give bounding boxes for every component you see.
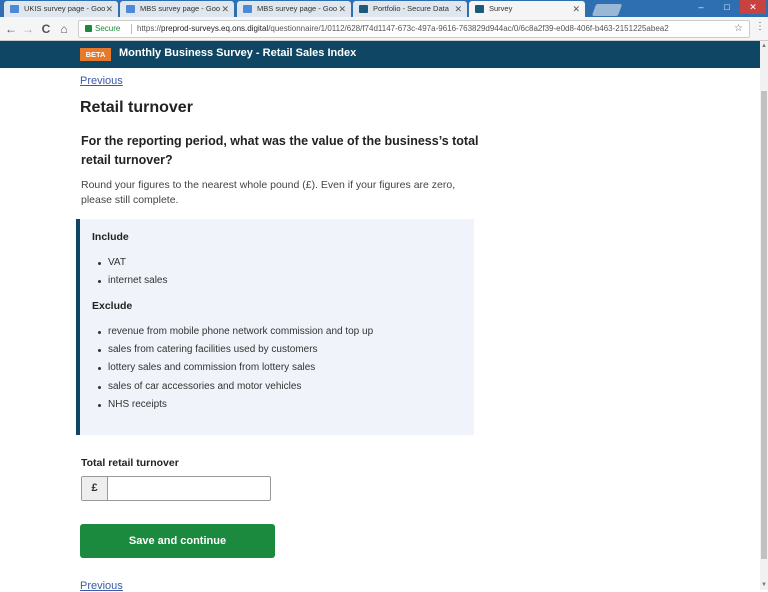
survey-title: Monthly Business Survey - Retail Sales I…: [119, 47, 357, 59]
url-path: /questionnaire/1/0112/628/f74d1147-673c-…: [268, 24, 669, 33]
site-header: BETA Monthly Business Survey - Retail Sa…: [0, 41, 760, 68]
close-icon[interactable]: ✕: [454, 1, 462, 17]
close-icon[interactable]: ✕: [338, 1, 346, 17]
list-item: sales of car accessories and motor vehic…: [98, 380, 373, 398]
list-item: internet sales: [98, 274, 167, 292]
exclude-list: revenue from mobile phone network commis…: [98, 325, 373, 416]
url-host: preprod-surveys.eq.ons.digital: [161, 24, 269, 33]
window-close-icon[interactable]: ✕: [740, 0, 766, 14]
ons-icon: [475, 5, 484, 13]
turnover-input[interactable]: [109, 477, 269, 500]
tab-title: MBS survey page - Goo: [257, 4, 338, 13]
question-text: For the reporting period, what was the v…: [81, 134, 479, 167]
page-title: Retail turnover: [80, 99, 193, 116]
reload-icon[interactable]: C: [39, 21, 53, 37]
list-item: revenue from mobile phone network commis…: [98, 325, 373, 343]
tab-title: MBS survey page - Goo: [140, 4, 221, 13]
turnover-field-label: Total retail turnover: [81, 457, 179, 469]
turnover-field: £: [81, 476, 271, 501]
guidance-panel: Include VAT internet sales Exclude reven…: [76, 219, 474, 435]
scroll-thumb[interactable]: [761, 91, 767, 559]
close-icon[interactable]: ✕: [572, 1, 580, 17]
doc-icon: [126, 5, 135, 13]
minimize-icon[interactable]: –: [688, 0, 714, 14]
back-arrow-icon[interactable]: ←: [4, 21, 18, 37]
browser-tab[interactable]: UKIS survey page - Goo ✕: [4, 1, 118, 17]
url-field[interactable]: Secure https://preprod-surveys.eq.ons.di…: [78, 20, 750, 38]
doc-icon: [243, 5, 252, 13]
exclude-heading: Exclude: [92, 300, 133, 312]
tab-title: UKIS survey page - Goo: [24, 4, 106, 13]
maximize-icon[interactable]: □: [714, 0, 740, 14]
browser-tab-active[interactable]: Survey ✕: [469, 1, 585, 17]
menu-icon[interactable]: ⋮: [755, 21, 765, 32]
beta-badge: BETA: [80, 48, 111, 61]
close-icon[interactable]: ✕: [105, 1, 113, 17]
home-icon[interactable]: ⌂: [57, 21, 71, 37]
url-text: https://preprod-surveys.eq.ons.digital/q…: [137, 21, 669, 37]
close-icon[interactable]: ✕: [221, 1, 229, 17]
currency-prefix: £: [82, 477, 108, 500]
include-heading: Include: [92, 231, 129, 243]
previous-link[interactable]: Previous: [80, 75, 123, 87]
new-tab-button[interactable]: [591, 4, 623, 16]
scroll-down-icon[interactable]: ▼: [760, 582, 768, 588]
browser-tab[interactable]: MBS survey page - Goo ✕: [120, 1, 234, 17]
question-description: Round your figures to the nearest whole …: [81, 179, 456, 206]
browser-tab[interactable]: MBS survey page - Goo ✕: [237, 1, 351, 17]
browser-tab[interactable]: Portfolio - Secure Data ✕: [353, 1, 467, 17]
scroll-up-icon[interactable]: ▲: [760, 43, 768, 49]
forward-arrow-icon[interactable]: →: [21, 21, 35, 37]
list-item: sales from catering facilities used by c…: [98, 343, 373, 361]
previous-link-bottom[interactable]: Previous: [80, 580, 123, 592]
include-list: VAT internet sales: [98, 256, 167, 292]
scrollbar[interactable]: ▲ ▼: [760, 41, 768, 590]
doc-icon: [10, 5, 19, 13]
ons-icon: [359, 5, 368, 13]
list-item: NHS receipts: [98, 398, 373, 416]
tab-title: Portfolio - Secure Data: [373, 4, 449, 13]
url-prefix: https://: [137, 24, 162, 33]
secure-label: Secure: [95, 24, 121, 33]
lock-icon: [85, 25, 92, 32]
save-and-continue-button[interactable]: Save and continue: [80, 524, 275, 558]
separator: [131, 24, 132, 34]
list-item: lottery sales and commission from lotter…: [98, 361, 373, 379]
star-icon[interactable]: ☆: [734, 21, 743, 37]
address-bar: ← → C ⌂ Secure https://preprod-surveys.e…: [0, 17, 768, 41]
list-item: VAT: [98, 256, 167, 274]
browser-tab-bar: UKIS survey page - Goo ✕ MBS survey page…: [0, 0, 768, 17]
tab-title: Survey: [489, 4, 513, 13]
